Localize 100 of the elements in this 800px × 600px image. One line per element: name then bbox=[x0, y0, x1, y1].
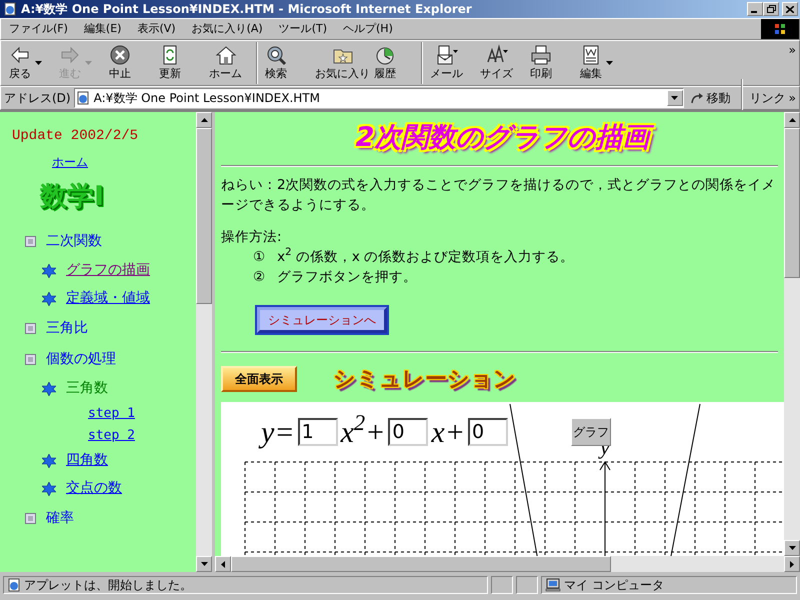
scrollbar-thumb[interactable] bbox=[231, 556, 611, 572]
equation-text: x+ bbox=[431, 414, 465, 450]
horizontal-scrollbar[interactable] bbox=[215, 556, 800, 572]
toolbar-button[interactable]: メール bbox=[428, 42, 478, 84]
topic-link[interactable]: 四角数 bbox=[66, 450, 108, 471]
menu-item[interactable]: ツール(T) bbox=[270, 20, 335, 38]
coefficient-field[interactable]: 1 bbox=[298, 418, 338, 446]
toolbar-button[interactable]: 更新 bbox=[157, 42, 207, 84]
coefficient-field[interactable]: 0 bbox=[388, 418, 428, 446]
section-label: 二次関数 bbox=[46, 232, 102, 250]
toolbar-button[interactable]: 戻る bbox=[7, 42, 57, 84]
close-icon bbox=[786, 6, 794, 12]
address-field[interactable]: A:¥数学 One Point Lesson¥INDEX.HTM bbox=[74, 88, 684, 108]
status-pane bbox=[516, 576, 538, 594]
equation-text: x$^{2}$+ bbox=[340, 410, 386, 450]
toolbar-button[interactable]: ホーム bbox=[207, 42, 257, 84]
down-triangle-icon bbox=[788, 546, 796, 550]
zone-label: マイ コンピュータ bbox=[564, 577, 664, 594]
down-triangle-icon bbox=[200, 562, 208, 566]
scroll-down-button[interactable] bbox=[784, 540, 800, 556]
star-icon bbox=[42, 482, 56, 496]
coefficient-field[interactable]: 0 bbox=[468, 418, 508, 446]
star-icon bbox=[42, 382, 56, 396]
caret-icon bbox=[671, 96, 678, 100]
step-text: グラフボタンを押す。 bbox=[277, 268, 418, 286]
simulation-heading: シミュレーション bbox=[333, 366, 516, 394]
star-icon bbox=[42, 264, 56, 278]
menu-item[interactable]: 編集(E) bbox=[76, 20, 130, 38]
restore-button[interactable] bbox=[763, 2, 779, 16]
star-icon bbox=[42, 292, 56, 306]
toolbar-button[interactable]: 編集 bbox=[578, 42, 628, 84]
toolbar-button[interactable]: サイズ bbox=[478, 42, 528, 84]
page-globe-icon bbox=[7, 578, 21, 592]
step-link[interactable]: step 2 bbox=[88, 426, 135, 446]
topic-link[interactable]: 交点の数 bbox=[66, 478, 122, 499]
method-heading: 操作方法: bbox=[221, 228, 283, 246]
page-globe-icon bbox=[2, 1, 18, 17]
envelope-icon bbox=[436, 44, 458, 66]
right-triangle-icon bbox=[790, 560, 794, 568]
scroll-up-button[interactable] bbox=[784, 112, 800, 128]
restore-icon bbox=[766, 5, 776, 13]
scroll-right-button[interactable] bbox=[784, 556, 800, 572]
scroll-left-button[interactable] bbox=[215, 556, 231, 572]
equation-text: y= bbox=[261, 410, 295, 454]
menu-item[interactable]: ヘルプ(H) bbox=[335, 20, 401, 38]
window-title: A:¥数学 One Point Lesson¥INDEX.HTM - Microsoft Internet Explorer bbox=[21, 1, 473, 18]
square-bullet-icon bbox=[25, 354, 36, 364]
vertical-scrollbar[interactable] bbox=[196, 112, 212, 572]
scroll-down-button[interactable] bbox=[196, 556, 212, 572]
go-button[interactable]: 移動 bbox=[686, 88, 734, 108]
scrollbar-thumb[interactable] bbox=[784, 128, 800, 278]
caret-icon bbox=[35, 61, 42, 65]
menu-item[interactable]: ファイル(F) bbox=[1, 20, 76, 38]
topic-link[interactable]: 三角数 bbox=[66, 378, 108, 399]
step-number: ② bbox=[253, 268, 266, 286]
simulation-link-button[interactable]: シミュレーションへ bbox=[257, 306, 387, 332]
topic-link[interactable]: 定義域・値域 bbox=[66, 288, 150, 309]
page-heading: 2次関数のグラフの描画 bbox=[221, 118, 784, 158]
topic-link[interactable]: グラフの描画 bbox=[66, 260, 150, 281]
more-chevron[interactable]: » bbox=[788, 89, 796, 107]
vertical-scrollbar[interactable] bbox=[784, 112, 800, 556]
stop-icon bbox=[109, 44, 131, 66]
step-link[interactable]: step 1 bbox=[88, 404, 135, 424]
section-label: 個数の処理 bbox=[46, 350, 116, 368]
flag-logo-icon bbox=[761, 19, 799, 39]
square-bullet-icon bbox=[25, 512, 36, 524]
more-chevron[interactable]: » bbox=[788, 41, 799, 59]
scroll-up-button[interactable] bbox=[196, 112, 212, 128]
caret-icon bbox=[606, 61, 613, 65]
toolbar-button[interactable]: お気に入り bbox=[313, 42, 372, 84]
toolbar-button[interactable]: 検索 bbox=[263, 42, 313, 84]
toolbar-button[interactable]: 中止 bbox=[107, 42, 157, 84]
menu-item[interactable]: お気に入り(A) bbox=[184, 20, 271, 38]
caret-icon bbox=[85, 61, 92, 65]
status-pane bbox=[491, 576, 513, 594]
home-link[interactable]: ホーム bbox=[52, 155, 88, 169]
close-button[interactable] bbox=[782, 2, 798, 16]
toolbar-button[interactable]: 印刷 bbox=[528, 42, 578, 84]
printer-icon bbox=[530, 44, 552, 66]
computer-icon bbox=[545, 578, 561, 592]
search-icon bbox=[265, 44, 287, 66]
page-globe-icon bbox=[74, 90, 91, 106]
dropdown-button[interactable] bbox=[666, 90, 683, 106]
square-bullet-icon bbox=[25, 236, 36, 246]
home-icon bbox=[214, 44, 236, 66]
subject-logo: 数学Ⅰ bbox=[40, 180, 104, 214]
minimize-button[interactable] bbox=[747, 2, 763, 16]
up-triangle-icon bbox=[788, 118, 796, 122]
scrollbar-thumb[interactable] bbox=[196, 128, 212, 304]
menu-item[interactable]: 表示(V) bbox=[129, 20, 184, 38]
up-triangle-icon bbox=[200, 118, 208, 122]
section-label: 三角比 bbox=[46, 318, 88, 338]
fullscreen-button[interactable]: 全面表示 bbox=[221, 366, 297, 392]
update-date: Update 2002/2/5 bbox=[12, 127, 140, 146]
links-label[interactable]: リンク bbox=[750, 89, 786, 107]
aim-text: ねらい：2次関数の式を入力することでグラフを描けるので，式とグラフとの関係をイメージできるようにする。 bbox=[221, 176, 777, 214]
step-number: ① bbox=[253, 248, 266, 266]
toolbar-button[interactable]: 履歴 bbox=[372, 42, 422, 84]
section-label: 確率 bbox=[46, 508, 74, 528]
status-message: アプレットは、開始しました。 bbox=[24, 577, 192, 594]
